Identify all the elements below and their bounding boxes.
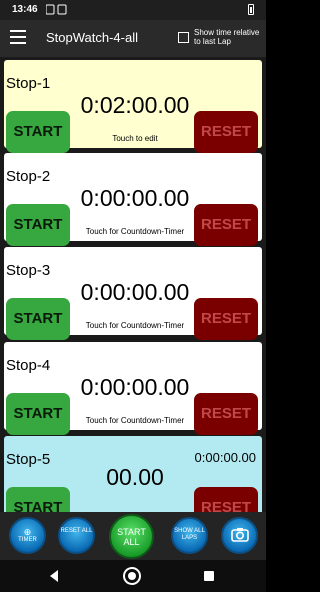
stopwatch-name: Stop-4: [6, 357, 51, 374]
notification-icons: [46, 4, 67, 15]
stopwatch-hint[interactable]: Touch to edit: [72, 134, 198, 143]
stopwatch-name: Stop-5: [6, 451, 51, 468]
stopwatch-list[interactable]: Stop-1 0:02:00.00 Touch to edit START RE…: [0, 57, 266, 512]
start-button[interactable]: START: [6, 204, 70, 246]
system-nav-bar: [0, 560, 266, 592]
relative-lap-checkbox-label: Show time relative to last Lap: [194, 28, 260, 46]
stopwatch-hint[interactable]: Touch for Countdown-Timer: [72, 227, 198, 236]
stopwatch-hint[interactable]: Touch for Countdown-Timer: [72, 321, 198, 330]
reset-button[interactable]: RESET: [194, 111, 258, 153]
start-button[interactable]: START: [6, 298, 70, 340]
reset-button[interactable]: RESET: [194, 393, 258, 435]
app-title: StopWatch-4-all: [46, 30, 138, 45]
stopwatch-lap-time[interactable]: 00.00: [74, 464, 196, 491]
reset-all-button[interactable]: RESET ALL: [58, 517, 95, 554]
reset-button[interactable]: RESET: [194, 298, 258, 340]
stopwatch-card[interactable]: Stop-3 0:00:00.00 Touch for Countdown-Ti…: [4, 247, 262, 340]
reset-button[interactable]: RESET: [194, 487, 258, 512]
add-timer-icon: ⊕: [23, 527, 32, 537]
screenshot-button[interactable]: [221, 517, 258, 554]
timer-button-label: TIMER: [18, 537, 37, 543]
start-button[interactable]: START: [6, 111, 70, 153]
home-icon[interactable]: [123, 567, 141, 585]
stopwatch-name: Stop-1: [6, 75, 51, 92]
app-bar: StopWatch-4-all Show time relative to la…: [0, 20, 266, 57]
stopwatch-time[interactable]: 0:02:00.00: [74, 92, 196, 119]
start-button[interactable]: START: [6, 487, 70, 512]
show-all-laps-label: SHOW ALL LAPS: [174, 528, 205, 541]
timer-button[interactable]: ⊕ TIMER: [9, 517, 46, 554]
stopwatch-time[interactable]: 0:00:00.00: [74, 279, 196, 306]
stopwatch-card[interactable]: Stop-2 0:00:00.00 Touch for Countdown-Ti…: [4, 153, 262, 246]
stopwatch-time[interactable]: 0:00:00.00: [74, 185, 196, 212]
back-icon[interactable]: [50, 570, 58, 582]
camera-icon: [230, 528, 249, 542]
stopwatch-card[interactable]: Stop-4 0:00:00.00 Touch for Countdown-Ti…: [4, 342, 262, 435]
start-all-button[interactable]: START ALL: [109, 514, 154, 559]
bottom-toolbar: ⊕ TIMER RESET ALL START ALL SHOW ALL LAP…: [0, 512, 266, 560]
status-bar: 13:46: [0, 0, 266, 20]
start-button[interactable]: START: [6, 393, 70, 435]
start-all-label: START ALL: [117, 527, 146, 547]
stopwatch-name: Stop-2: [6, 168, 51, 185]
battery-icon: [248, 4, 254, 15]
status-time: 13:46: [12, 4, 38, 15]
stopwatch-card[interactable]: Stop-1 0:02:00.00 Touch to edit START RE…: [4, 60, 262, 153]
reset-all-label: RESET ALL: [60, 528, 93, 534]
stopwatch-time[interactable]: 0:00:00.00: [74, 374, 196, 401]
stopwatch-card[interactable]: Stop-5 0:00:00.00 00.00 START RESET: [4, 436, 262, 512]
stopwatch-hint[interactable]: Touch for Countdown-Timer: [72, 416, 198, 425]
menu-icon[interactable]: [10, 30, 26, 44]
show-all-laps-button[interactable]: SHOW ALL LAPS: [171, 517, 208, 554]
relative-lap-checkbox[interactable]: [178, 32, 189, 43]
stopwatch-total-time: 0:00:00.00: [194, 450, 256, 465]
recents-icon[interactable]: [204, 571, 214, 581]
reset-button[interactable]: RESET: [194, 204, 258, 246]
stopwatch-name: Stop-3: [6, 262, 51, 279]
